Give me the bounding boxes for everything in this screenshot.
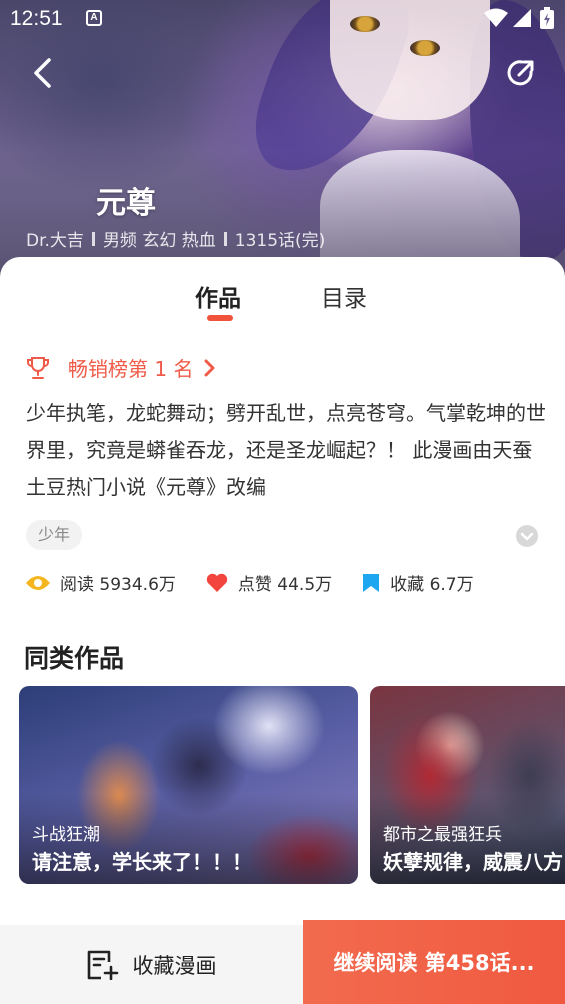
- bottom-action-bar: 收藏漫画 继续阅读 第458话...: [0, 920, 565, 1004]
- battery-icon: [540, 7, 554, 29]
- stats-row: 阅读 5934.6万 点赞 44.5万 收藏 6.7万: [26, 570, 504, 595]
- tab-indicator: [207, 315, 233, 321]
- comic-genres: 男频 玄幻 热血: [102, 231, 216, 251]
- similar-comic-headline: 请注意，学长来了！！！: [32, 850, 252, 874]
- signal-icon: [513, 9, 531, 27]
- meta-divider: [223, 231, 227, 246]
- eye-icon: [26, 575, 50, 590]
- comic-author: Dr.大吉: [26, 231, 84, 251]
- add-favorite-icon: [87, 950, 118, 980]
- likes-stat[interactable]: 点赞 44.5万: [206, 570, 332, 595]
- status-time: 12:51: [10, 7, 63, 30]
- tab-catalog[interactable]: 目录: [321, 279, 367, 313]
- similar-section-title: 同类作品: [24, 644, 125, 673]
- chevron-down-icon[interactable]: [516, 525, 538, 547]
- favorites-stat[interactable]: 收藏 6.7万: [362, 570, 474, 595]
- reads-stat: 阅读 5934.6万: [26, 570, 176, 595]
- continue-reading-button[interactable]: 继续阅读 第458话...: [303, 920, 565, 1004]
- heart-icon: [206, 573, 228, 592]
- similar-comic-card[interactable]: 斗战狂潮 请注意，学长来了！！！: [19, 686, 358, 884]
- reads-value: 5934.6万: [99, 575, 176, 595]
- share-icon: [507, 60, 534, 86]
- comic-chapters: 1315话(完): [234, 231, 326, 251]
- likes-value: 44.5万: [277, 575, 333, 595]
- back-arrow-icon: [34, 58, 51, 88]
- likes-label: 点赞: [237, 575, 272, 595]
- favorites-label: 收藏: [390, 575, 425, 595]
- tab-bar: 作品 目录: [0, 257, 565, 327]
- similar-comic-title: 都市之最强狂兵: [383, 825, 502, 845]
- wifi-icon: [484, 8, 508, 27]
- ranking-link[interactable]: 畅销榜第 1 名: [26, 353, 217, 382]
- share-button[interactable]: [506, 58, 536, 88]
- back-button[interactable]: [28, 56, 58, 90]
- bookmark-icon: [363, 573, 380, 592]
- similar-comic-headline: 妖孽规律，威震八方: [383, 850, 563, 874]
- tab-works[interactable]: 作品: [195, 279, 241, 313]
- chevron-right-icon: [204, 359, 215, 376]
- reads-label: 阅读: [60, 575, 94, 595]
- trophy-icon: [27, 356, 49, 379]
- notification-badge: A: [86, 10, 102, 26]
- comic-description: 少年执笔，龙蛇舞动；劈开乱世，点亮苍穹。气掌乾坤的世界里，究竟是蟒雀吞龙，还是圣…: [26, 401, 546, 499]
- meta-divider: [91, 231, 95, 246]
- comic-meta: Dr.大吉 男频 玄幻 热血 1315话(完): [26, 226, 325, 251]
- ranking-label: 畅销榜第 1 名: [68, 357, 194, 381]
- genre-tag[interactable]: 少年: [26, 520, 83, 550]
- detail-card: 作品 目录 畅销榜第 1 名 少年执笔，龙蛇舞动；劈开乱世，点亮苍穹。气掌乾坤的…: [0, 257, 565, 1004]
- similar-comic-card[interactable]: 都市之最强狂兵 妖孽规律，威震八方: [370, 686, 565, 884]
- add-favorite-label: 收藏漫画: [132, 953, 217, 978]
- favorites-value: 6.7万: [429, 575, 474, 595]
- cover-art-shape: [410, 40, 440, 56]
- add-favorite-button[interactable]: 收藏漫画: [0, 925, 303, 1004]
- similar-comic-title: 斗战狂潮: [32, 825, 100, 845]
- comic-title: 元尊: [96, 186, 156, 221]
- similar-carousel[interactable]: 斗战狂潮 请注意，学长来了！！！ 都市之最强狂兵 妖孽规律，威震八方: [19, 686, 565, 884]
- status-bar: 12:51 A: [0, 0, 565, 40]
